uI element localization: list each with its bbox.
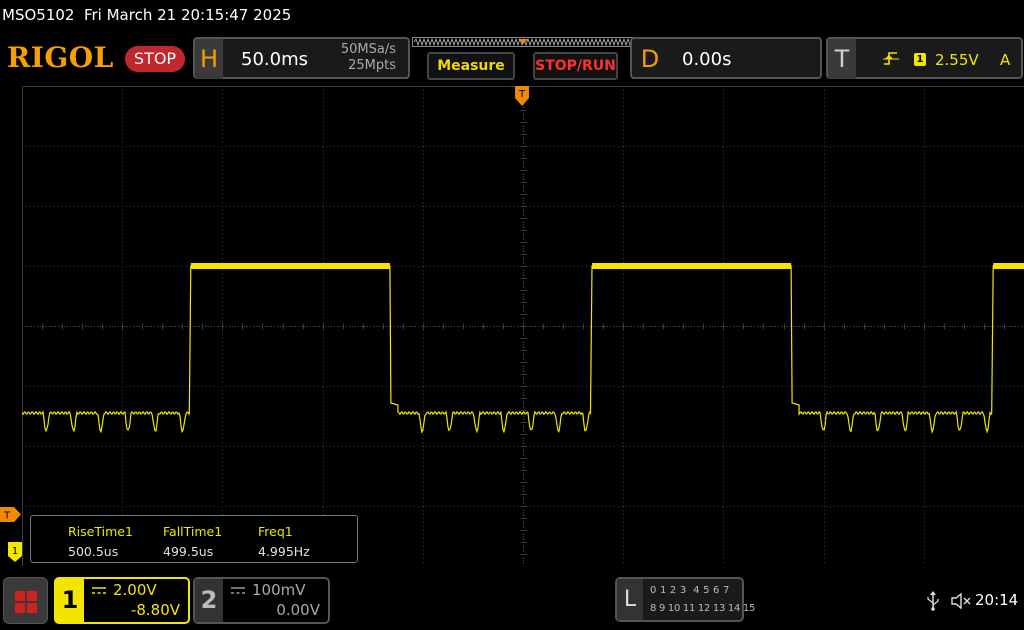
- ch1-ground-marker[interactable]: 1: [8, 542, 22, 562]
- trigger-level-marker[interactable]: T: [0, 507, 22, 522]
- trigger-position-marker[interactable]: T: [514, 86, 530, 108]
- ch1-number: 1: [56, 579, 84, 622]
- timebase-value: 50.0ms: [241, 49, 308, 70]
- measurement-name: FallTime1: [163, 524, 223, 539]
- status-text: MSO5102 Fri March 21 20:15:47 2025: [2, 6, 292, 24]
- measurement-name: Freq1: [258, 524, 293, 539]
- logic-analyzer-panel[interactable]: L 0 1 2 3 4 5 6 7 8 9 10 11 12 13 14 15: [615, 577, 755, 622]
- ch1-panel[interactable]: 1 2.00V -8.80V: [54, 577, 190, 624]
- status-bar: MSO5102 Fri March 21 20:15:47 2025: [0, 0, 1024, 34]
- rigol-logo: RIGOL: [7, 41, 114, 74]
- measure-button[interactable]: Measure: [427, 52, 515, 80]
- dc-coupling-icon: [92, 587, 106, 594]
- trigger-position-label: T: [518, 89, 526, 100]
- measurement-name: RiseTime1: [68, 524, 133, 539]
- home-grid-icon: [15, 591, 37, 613]
- trigger-level-label: T: [3, 511, 11, 522]
- sample-rate: 50MSa/s: [340, 42, 396, 57]
- horizontal-panel[interactable]: H 50.0ms 50MSa/s 25Mpts: [193, 37, 410, 79]
- ch1-offset: -8.80V: [130, 601, 180, 619]
- memory-position-bar[interactable]: [412, 37, 634, 47]
- ch1-ground-label: 1: [12, 546, 18, 557]
- ch2-panel[interactable]: 2 100mV 0.00V: [193, 577, 330, 624]
- measurement-panel[interactable]: RiseTime1 500.5us FallTime1 499.5us Freq…: [30, 515, 358, 563]
- rising-edge-icon: [883, 52, 899, 65]
- ch2-scale: 100mV: [252, 581, 306, 599]
- measurement-value: 4.995Hz: [258, 544, 310, 559]
- memory-depth: 25Mpts: [348, 58, 396, 73]
- la-channels-row1: 0 1 2 3 4 5 6 7: [650, 585, 730, 596]
- waveform-display[interactable]: [22, 86, 1024, 566]
- measurement-value: 499.5us: [163, 544, 214, 559]
- la-channels-row2: 8 9 10 11 12 13 14 15: [650, 603, 756, 614]
- graticule: [22, 86, 1024, 566]
- bottom-bar: 1 2.00V -8.80V 2 100mV 0.00V L 0 1 2 3 4…: [0, 572, 1024, 630]
- clock: 20:14: [975, 591, 1019, 609]
- ch1-high-level: [592, 263, 792, 269]
- delay-label: D: [640, 45, 660, 73]
- horizontal-label: H: [195, 39, 223, 79]
- top-toolbar: RIGOL STOP H 50.0ms 50MSa/s 25Mpts Measu…: [0, 37, 1024, 81]
- trigger-source-badge: 1: [914, 53, 926, 66]
- run-state-badge[interactable]: STOP: [125, 46, 185, 72]
- home-button[interactable]: [3, 577, 48, 624]
- trigger-level: 2.55V: [935, 51, 979, 69]
- ch2-offset: 0.00V: [276, 601, 320, 619]
- ch1-high-level: [190, 263, 390, 269]
- speaker-muted-icon[interactable]: [950, 591, 972, 611]
- delay-value: 0.00s: [682, 49, 732, 70]
- stop-run-button[interactable]: STOP/RUN: [533, 52, 618, 80]
- ch1-scale: 2.00V: [113, 581, 157, 599]
- usb-icon: [927, 591, 939, 611]
- delay-panel[interactable]: D 0.00s: [630, 37, 822, 79]
- measurement-value: 500.5us: [68, 544, 119, 559]
- trigger-mode: A: [1000, 51, 1011, 69]
- trigger-label: T: [828, 39, 856, 79]
- ch1-high-level: [993, 263, 1024, 269]
- dc-coupling-icon: [231, 587, 245, 594]
- la-label: L: [617, 579, 643, 620]
- trigger-panel[interactable]: T 1 2.55V A: [826, 37, 1023, 79]
- ch2-number: 2: [195, 579, 223, 622]
